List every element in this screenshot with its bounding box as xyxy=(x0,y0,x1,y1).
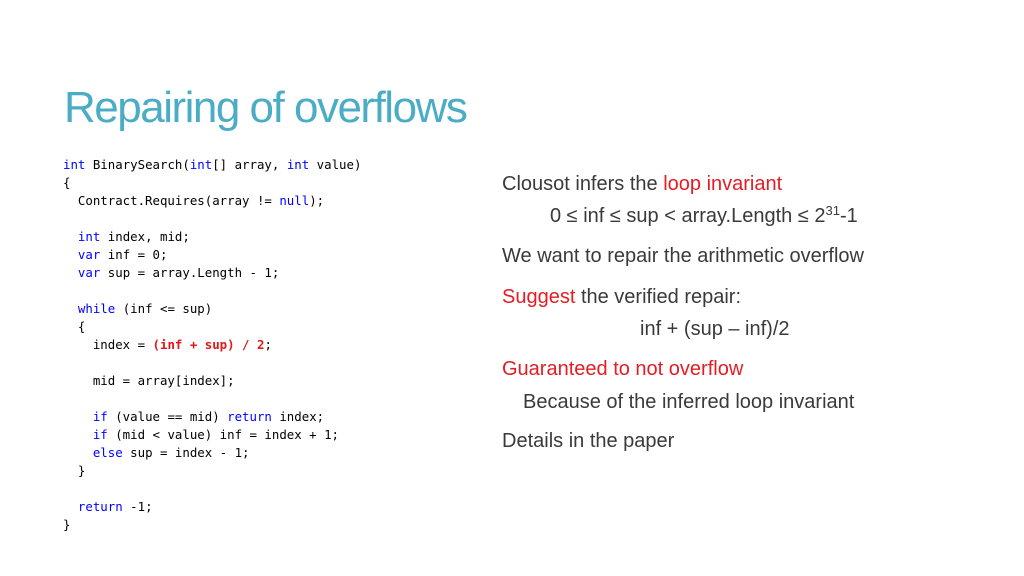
code-keyword: null xyxy=(279,193,310,208)
code-keyword: if xyxy=(92,409,108,424)
code-keyword: int xyxy=(77,229,101,244)
formula-tail: -1 xyxy=(839,205,858,227)
code-keyword: return xyxy=(77,499,123,514)
highlight-text: Suggest xyxy=(502,286,576,308)
code-text: (value == mid) xyxy=(107,409,228,424)
code-text: } xyxy=(63,517,71,532)
code-text: value) xyxy=(309,157,362,172)
code-text: { xyxy=(63,319,86,334)
code-keyword: var xyxy=(77,247,101,262)
code-line: index = (inf + sup) / 2; xyxy=(63,336,361,354)
formula-text: 0 ≤ inf ≤ sup < array.Length ≤ 2 xyxy=(550,205,826,227)
highlight-text: Guaranteed to not overflow xyxy=(502,358,744,380)
code-text: { xyxy=(63,175,71,190)
code-line: { xyxy=(63,318,361,336)
code-keyword: int xyxy=(63,157,86,172)
code-line: int index, mid; xyxy=(63,228,361,246)
bullet-guaranteed: Guaranteed to not overflow xyxy=(502,358,743,381)
bullet-repair-goal: We want to repair the arithmetic overflo… xyxy=(502,245,865,267)
code-text: index = xyxy=(63,337,153,352)
code-text: (inf <= sup) xyxy=(115,301,213,316)
code-text: sup = array.Length - 1; xyxy=(100,265,280,280)
code-block: int BinarySearch(int[] array, int value)… xyxy=(63,156,361,534)
code-keyword: int xyxy=(189,157,213,172)
code-keyword: int xyxy=(286,157,310,172)
formula-exponent: 31 xyxy=(825,203,840,218)
bullet-details: Details in the paper xyxy=(502,430,675,452)
code-line: var inf = 0; xyxy=(63,246,361,264)
code-line: Contract.Requires(array != null); xyxy=(63,192,361,210)
code-highlight: (inf + sup) / 2 xyxy=(152,337,265,352)
code-line: var sup = array.Length - 1; xyxy=(63,264,361,282)
code-text: sup = index - 1; xyxy=(122,445,250,460)
bullet-suggest: Suggest the verified repair: xyxy=(502,286,741,309)
code-keyword: if xyxy=(92,427,108,442)
code-keyword: return xyxy=(227,409,272,424)
slide-title: Repairing of overflows xyxy=(64,83,468,132)
code-text: -1; xyxy=(122,499,153,514)
code-keyword: else xyxy=(92,445,123,460)
bullet-text: the verified repair: xyxy=(575,286,742,308)
code-keyword: var xyxy=(77,265,101,280)
code-text: index, mid; xyxy=(100,229,190,244)
code-text: index; xyxy=(271,409,325,424)
bullet-text: Clousot infers the xyxy=(502,173,664,195)
code-line: if (value == mid) return index; xyxy=(63,408,361,426)
code-line: if (mid < value) inf = index + 1; xyxy=(63,426,361,444)
code-line: return -1; xyxy=(63,498,361,516)
code-line: } xyxy=(63,462,361,480)
bullet-reason: Because of the inferred loop invariant xyxy=(523,391,855,413)
code-line: { xyxy=(63,174,361,192)
code-text: ); xyxy=(309,193,325,208)
code-line: mid = array[index]; xyxy=(63,372,361,390)
code-text: ; xyxy=(264,337,272,352)
bullet-loop-invariant: Clousot infers the loop invariant xyxy=(502,173,782,196)
code-keyword: while xyxy=(77,301,116,316)
code-text: inf = 0; xyxy=(100,247,168,262)
code-text: [] array, xyxy=(212,157,287,172)
code-line: else sup = index - 1; xyxy=(63,444,361,462)
code-text: (mid < value) inf = index + 1; xyxy=(107,427,340,442)
code-line: } xyxy=(63,516,361,534)
code-text: BinarySearch( xyxy=(85,157,190,172)
code-text: Contract.Requires(array != xyxy=(63,193,280,208)
highlight-text: loop invariant xyxy=(663,173,783,195)
code-line: int BinarySearch(int[] array, int value) xyxy=(63,156,361,174)
invariant-formula: 0 ≤ inf ≤ sup < array.Length ≤ 231-1 xyxy=(550,203,858,228)
code-text: } xyxy=(63,463,86,478)
code-line: while (inf <= sup) xyxy=(63,300,361,318)
code-text: mid = array[index]; xyxy=(63,373,235,388)
repair-formula: inf + (sup – inf)/2 xyxy=(640,318,790,340)
